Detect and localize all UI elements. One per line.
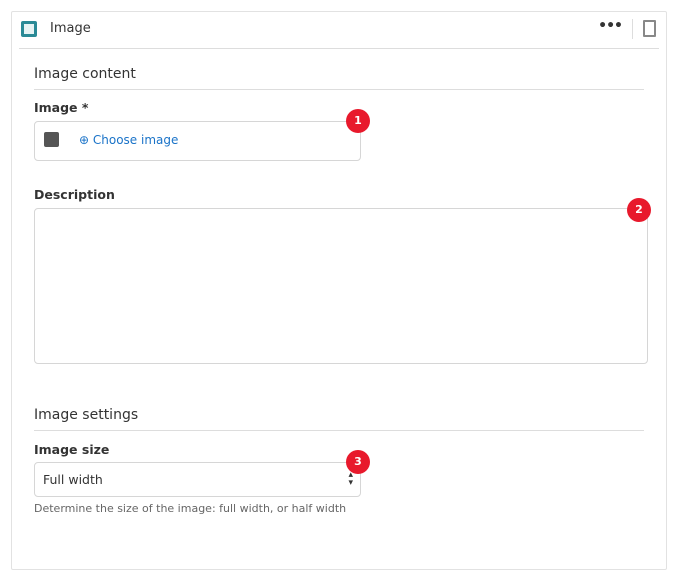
description-textarea[interactable] — [34, 208, 648, 364]
image-picker[interactable]: ⊕ Choose image — [34, 121, 361, 161]
image-block-card: Image ••• Image content Image * ⊕ Choose… — [11, 11, 667, 570]
block-title: Image — [50, 21, 91, 36]
description-label: Description — [34, 187, 115, 202]
select-arrows-icon: ▴ ▾ — [348, 470, 353, 488]
trash-icon[interactable] — [643, 20, 656, 37]
image-size-select[interactable]: Full width ▴ ▾ — [34, 462, 361, 497]
choose-image-label: Choose image — [92, 133, 179, 147]
section-image-settings: Image settings — [34, 407, 644, 431]
image-size-label: Image size — [34, 442, 110, 457]
image-size-help: Determine the size of the image: full wi… — [34, 502, 347, 515]
image-size-value: Full width — [43, 472, 103, 487]
badge-3: 3 — [346, 450, 370, 474]
gallery-icon — [44, 132, 59, 147]
divider — [632, 19, 633, 39]
badge-1: 1 — [346, 109, 370, 133]
block-header: Image ••• — [19, 12, 659, 49]
image-block-icon — [21, 21, 37, 37]
badge-2: 2 — [627, 198, 651, 222]
choose-image-button[interactable]: ⊕ Choose image — [79, 133, 178, 147]
more-icon[interactable]: ••• — [598, 18, 623, 34]
image-label: Image * — [34, 100, 89, 115]
section-image-content: Image content — [34, 66, 644, 90]
